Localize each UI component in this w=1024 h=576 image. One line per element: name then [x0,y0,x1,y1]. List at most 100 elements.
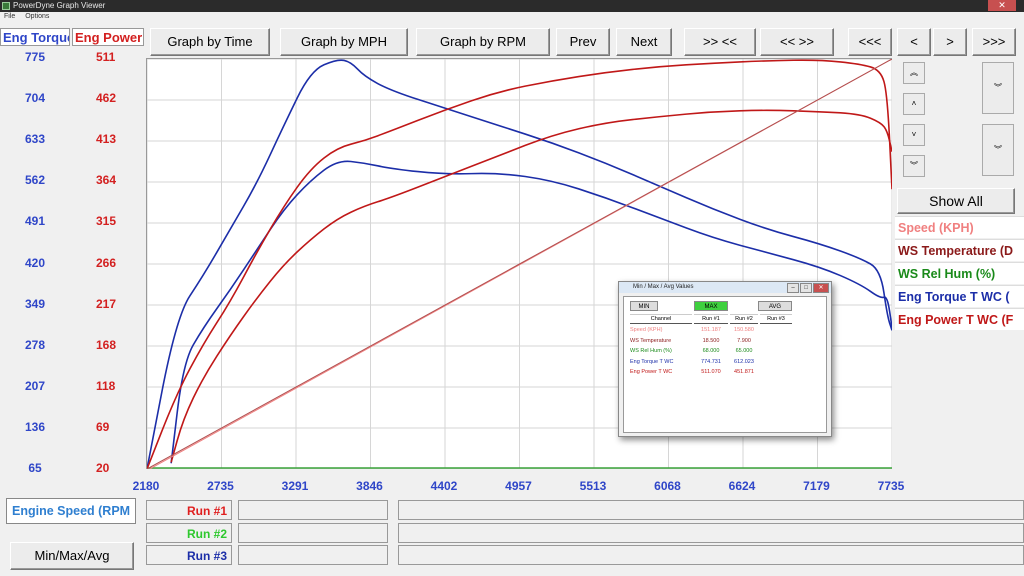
scroll-forward-button[interactable]: > [933,28,967,56]
channel-item[interactable]: Eng Torque T WC ( [895,285,1024,307]
popup-window-buttons: – □ ✕ [786,283,829,294]
menu-file[interactable]: File [4,13,15,20]
run-2-file-field[interactable] [238,523,388,543]
popup-cell-run1: 774.731 [701,358,721,365]
run-1-label[interactable]: Run #1 [146,500,232,520]
popup-max-button[interactable]: MAX [694,301,728,311]
x-axis-tick: 5513 [579,479,607,493]
run-2-notes-field[interactable] [398,523,1024,543]
zoom-in-button[interactable]: >> << [684,28,756,56]
run-3-label[interactable]: Run #3 [146,545,232,565]
run-1-notes-field[interactable] [398,500,1024,520]
popup-avg-button[interactable]: AVG [758,301,792,311]
popup-title-bar: Min / Max / Avg Values – □ ✕ [619,282,831,293]
popup-cell-run2: 612.023 [734,358,754,365]
popup-cell-run1: 18.500 [702,337,720,344]
popup-maximize-button[interactable]: □ [800,283,812,293]
popup-header-run3: Run #3 [760,314,792,324]
run-3-notes-field[interactable] [398,545,1024,565]
next-button[interactable]: Next [616,28,672,56]
menu-bar: File Options [0,12,1024,22]
popup-cell-run1: 151.187 [701,327,721,333]
left-axis-tick: 562 [24,173,46,187]
x-axis-tick: 6624 [728,479,756,493]
channel-item[interactable]: WS Temperature (D [895,239,1024,261]
left-axis-header[interactable]: Eng Torque [0,28,70,46]
scroll-down-button[interactable]: ˅ [903,124,925,146]
channel-item[interactable]: Speed (KPH) [895,216,1024,238]
left-axis-tick: 278 [24,338,46,352]
channel-item[interactable]: WS Rel Hum (%) [895,262,1024,284]
popup-header-run2: Run #2 [730,314,758,324]
minmax-popup-window[interactable]: Min / Max / Avg Values – □ ✕ MIN MAX AVG C… [618,281,832,437]
left-axis-tick: 65 [28,461,42,475]
menu-options[interactable]: Options [25,13,49,20]
scroll-down-fast-button[interactable]: ︾ [903,155,925,177]
x-axis-tick: 7179 [803,479,830,493]
x-axis-label: Engine Speed (RPM [12,504,131,518]
x-axis-tick: 2180 [132,479,160,493]
run-2-label[interactable]: Run #2 [146,523,232,543]
run-3-file-field[interactable] [238,545,388,565]
left-axis-tick: 633 [24,132,46,146]
left-axis-tick: 207 [24,379,46,393]
scroll-last-button[interactable]: >>> [972,28,1016,56]
popup-row: Eng Torque T WC 774.731 612.023 [630,358,820,367]
window-title: PowerDyne Graph Viewer [13,1,106,10]
left-axis-tick: 420 [24,256,46,270]
graph-by-mph-button[interactable]: Graph by MPH [280,28,408,56]
popup-cell-channel: WS Temperature [630,337,672,344]
page-down-button[interactable]: ︾ [982,124,1014,176]
x-axis-tick: 4957 [505,479,532,493]
prev-button[interactable]: Prev [556,28,610,56]
popup-cell-channel: Eng Power T WC [630,369,673,375]
title-bar: PowerDyne Graph Viewer ✕ [0,0,1024,12]
zoom-out-button[interactable]: << >> [760,28,834,56]
show-all-button[interactable]: Show All [897,188,1015,214]
x-axis-tick: 4402 [430,479,458,493]
popup-cell-run2: 65.000 [735,348,753,354]
scroll-up-button[interactable]: ˄ [903,93,925,115]
popup-close-button[interactable]: ✕ [813,283,829,293]
close-button[interactable]: ✕ [988,0,1016,11]
popup-cell-channel: WS Rel Hum (%) [630,348,672,354]
page-up-button[interactable]: ︾ [982,62,1014,114]
x-axis-tick: 3846 [356,479,383,493]
popup-header-channel: Channel [630,314,692,324]
left-axis-tick: 704 [24,91,46,105]
popup-row: Eng Power T WC 511.070 451.871 [630,368,820,377]
popup-cell-run1: 68.000 [702,348,720,354]
x-axis-tick: 6068 [654,479,681,493]
app-icon [2,2,10,10]
scroll-up-fast-button[interactable]: ︽ [903,62,925,84]
popup-row: Speed (KPH) 151.187 150.580 [630,326,820,335]
popup-cell-run2: 150.580 [734,327,754,333]
popup-cell-channel: Eng Torque T WC [630,358,674,365]
popup-min-button[interactable]: MIN [630,301,658,311]
popup-content: MIN MAX AVG Channel Run #1 Run #2 Run #3… [623,296,827,433]
right-axis-header[interactable]: Eng Power [72,28,144,46]
popup-cell-run2: 451.871 [734,369,754,375]
x-axis-tick: 3291 [281,479,309,493]
left-axis-tick: 775 [24,50,46,64]
popup-minimize-button[interactable]: – [787,283,799,293]
popup-row: WS Rel Hum (%) 68.000 65.000 [630,347,820,356]
left-axis-tick: 136 [24,420,46,434]
run-1-file-field[interactable] [238,500,388,520]
x-axis-tick: 7735 [877,479,905,493]
scroll-back-button[interactable]: < [897,28,931,56]
minmax-avg-button[interactable]: Min/Max/Avg [10,542,134,570]
left-axis-tick: 491 [24,214,46,228]
popup-cell-run1: 511.070 [701,369,721,375]
popup-title: Min / Max / Avg Values [633,284,694,290]
scroll-first-button[interactable]: <<< [848,28,892,56]
popup-header-run1: Run #1 [694,314,728,324]
popup-cell-channel: Speed (KPH) [630,327,663,333]
channel-item[interactable]: Eng Power T WC (F [895,308,1024,330]
x-axis-tick: 2735 [207,479,234,493]
popup-row: WS Temperature 18.500 7.900 [630,337,820,346]
graph-by-time-button[interactable]: Graph by Time [150,28,270,56]
x-axis-selector[interactable]: Engine Speed (RPM [6,498,136,524]
graph-by-rpm-button[interactable]: Graph by RPM [416,28,550,56]
popup-cell-run2: 7.900 [737,337,751,344]
